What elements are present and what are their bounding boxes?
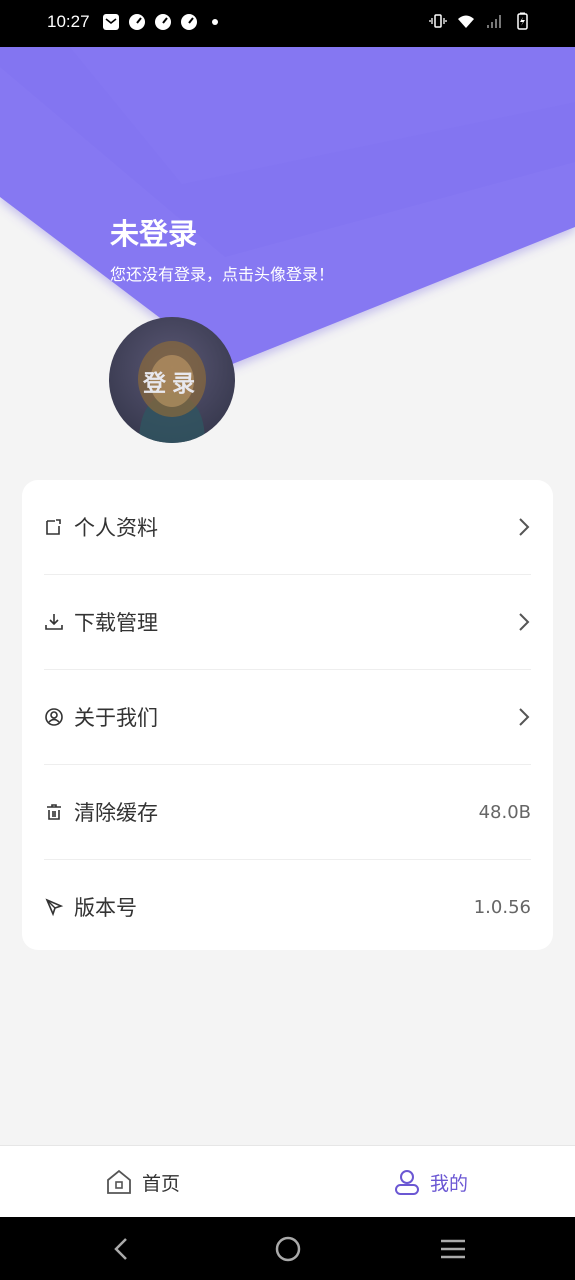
avatar-login-label: 登录 (143, 371, 201, 397)
edit-icon (44, 517, 64, 537)
system-icons (429, 12, 531, 30)
cache-size-value: 48.0B (478, 801, 531, 823)
login-hint-text: 您还没有登录，点击头像登录！ (110, 265, 335, 284)
chevron-right-icon (519, 708, 530, 726)
signal-icon (487, 15, 501, 28)
login-status-title: 未登录 (110, 217, 198, 251)
rocket-icon (44, 897, 64, 917)
menu-item-version: 版本号 1.0.56 (44, 860, 531, 954)
home-icon (107, 1169, 131, 1194)
menu-item-label: 关于我们 (74, 706, 158, 730)
wifi-icon (458, 15, 474, 28)
more-notifications-dot-icon (212, 19, 218, 25)
menu-item-label: 版本号 (74, 896, 137, 920)
menu-item-downloads[interactable]: 下载管理 (44, 575, 531, 670)
profile-header (0, 47, 575, 467)
version-value: 1.0.56 (473, 896, 531, 918)
status-bar: 10:27 (0, 0, 575, 47)
speed-notification-icon (129, 14, 145, 30)
speed-notification-icon-3 (181, 14, 197, 30)
settings-menu-card: 个人资料 下载管理 关于我们 清除缓存 48.0B 版本号 1.0.56 (22, 480, 553, 950)
vibrate-icon (429, 14, 447, 28)
home-circle-icon[interactable] (274, 1235, 302, 1263)
chevron-right-icon (519, 613, 530, 631)
status-time: 10:27 (47, 12, 90, 31)
avatar-login-button[interactable]: 登录 (109, 317, 235, 443)
speed-notification-icon-2 (155, 14, 171, 30)
chevron-right-icon (519, 518, 530, 536)
header-background-shape (0, 47, 575, 367)
menu-item-profile[interactable]: 个人资料 (44, 480, 531, 575)
menu-item-label: 清除缓存 (74, 801, 158, 825)
user-icon (395, 1170, 419, 1195)
menu-item-clear-cache[interactable]: 清除缓存 48.0B (44, 765, 531, 860)
user-circle-icon (44, 707, 64, 727)
menu-item-about[interactable]: 关于我们 (44, 670, 531, 765)
tab-mine-label: 我的 (430, 1172, 469, 1195)
recents-menu-icon[interactable] (439, 1235, 467, 1263)
tab-home-label: 首页 (142, 1172, 181, 1195)
mail-notification-icon (103, 14, 119, 30)
back-icon[interactable] (108, 1235, 136, 1263)
trash-icon (44, 802, 64, 822)
download-icon (44, 612, 64, 632)
menu-item-label: 下载管理 (74, 611, 158, 635)
menu-item-label: 个人资料 (74, 516, 158, 540)
bottom-tab-bar: 首页 我的 (0, 1145, 575, 1218)
notification-icons (102, 13, 224, 31)
battery-charging-icon (517, 12, 528, 30)
system-navigation-bar (0, 1217, 575, 1280)
tab-home[interactable]: 首页 (104, 1146, 180, 1218)
tab-mine[interactable]: 我的 (392, 1146, 468, 1218)
